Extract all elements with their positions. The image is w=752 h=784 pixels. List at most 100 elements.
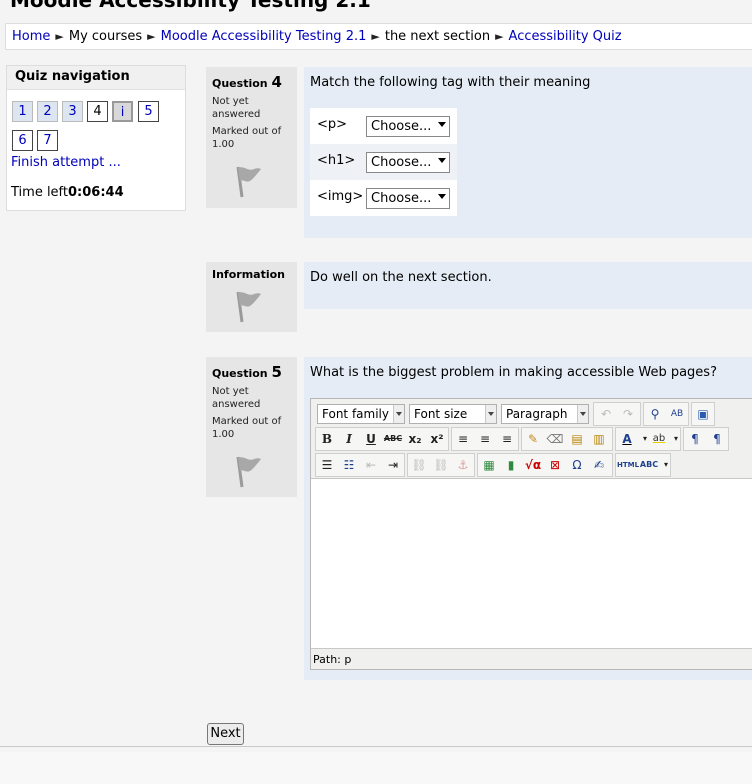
quiz-nav-button-3[interactable]: 3 [62,101,83,122]
bold-icon[interactable]: B [317,429,337,449]
match-stem: <img> [317,189,364,204]
quiz-nav-button-7[interactable]: 7 [37,130,58,151]
color-group: A ▾ ab ▾ [615,427,681,451]
replace-icon[interactable]: AB [667,404,687,424]
question-5-number: Question 5 [212,363,282,381]
dropdown-arrow-icon [577,405,588,423]
direction-group: ¶ ¶ [683,427,729,451]
footer [0,752,752,784]
html-editor: Font family Font size Paragraph ↶ ↷ ⚲ AB… [310,398,752,670]
question-5-grade: Marked out of 1.00 [212,416,282,440]
anchor-icon[interactable]: ⚓ [453,455,473,475]
match-table: <p> Choose... <h1> Choose... <img> Choos… [310,108,457,216]
information-text: Do well on the next section. [310,270,492,285]
editor-toolbar: Font family Font size Paragraph ↶ ↷ ⚲ AB… [311,399,752,479]
image-icon[interactable]: ▦ [479,455,499,475]
undo-icon[interactable]: ↶ [596,404,616,424]
breadcrumb-quiz[interactable]: Accessibility Quiz [509,29,622,44]
italic-icon[interactable]: I [339,429,359,449]
flag-icon[interactable] [232,163,264,199]
question-4-state: Not yet answered [212,96,261,120]
match-select-h1[interactable]: Choose... [366,152,450,173]
font-size-select[interactable]: Font size [409,404,497,424]
match-row: <h1> Choose... [310,144,457,180]
paste-word-icon[interactable]: ▥ [589,429,609,449]
information-info: Information [206,262,297,332]
dropdown-arrow-icon [438,158,446,163]
superscript-icon[interactable]: x² [427,429,447,449]
question-4-info: Question 4 Not yet answered Marked out o… [206,67,297,208]
question-4-text: Match the following tag with their meani… [310,75,591,90]
question-5-info: Question 5 Not yet answered Marked out o… [206,357,297,497]
editor-text-area[interactable] [311,480,752,650]
dropdown-arrow-icon [438,194,446,199]
match-row: <img> Choose... [310,180,457,216]
breadcrumb-separator: ► [147,30,156,43]
dropdown-arrow-icon [485,405,496,423]
fullscreen-icon[interactable]: ▣ [693,404,713,424]
outdent-icon[interactable]: ⇤ [361,455,381,475]
text-color-icon[interactable]: A [617,429,637,449]
strikethrough-icon[interactable]: ABC [383,429,403,449]
quiz-nav-button-1[interactable]: 1 [12,101,33,122]
cleanup-brush-icon[interactable]: ✎ [523,429,543,449]
numbered-list-icon[interactable]: ☷ [339,455,359,475]
time-left-label: Time left [11,185,69,200]
font-family-select[interactable]: Font family [317,404,405,424]
eraser-icon[interactable]: ⌫ [545,429,565,449]
search-group: ⚲ AB [643,402,689,426]
match-stem: <h1> [317,153,356,168]
bullet-list-icon[interactable]: ☰ [317,455,337,475]
subscript-icon[interactable]: x₂ [405,429,425,449]
link-icon[interactable]: ⛓ [409,455,429,475]
indent-icon[interactable]: ⇥ [383,455,403,475]
match-select-p[interactable]: Choose... [366,116,450,137]
align-left-icon[interactable]: ≡ [453,429,473,449]
information-content: Do well on the next section. [304,262,752,309]
finish-attempt-link[interactable]: Finish attempt ... [11,155,121,170]
redo-icon[interactable]: ↷ [618,404,638,424]
dropdown-arrow-icon [438,122,446,127]
time-left-value: 0:06:44 [68,185,124,200]
equation-icon[interactable]: √α [523,455,543,475]
find-icon[interactable]: ⚲ [645,404,665,424]
quiz-navigation-header: Quiz navigation [7,66,185,90]
breadcrumb-separator: ► [371,30,380,43]
chevron-down-icon[interactable]: ▾ [656,455,676,475]
breadcrumb-section: the next section [384,29,491,44]
editor-path: Path: p [313,653,352,666]
breadcrumb-course[interactable]: Moodle Accessibility Testing 2.1 [161,29,367,44]
breadcrumb-home[interactable]: Home [12,29,50,44]
flag-icon[interactable] [232,453,264,489]
paste-text-icon[interactable]: ▤ [567,429,587,449]
information-label: Information [212,268,285,281]
question-5-state: Not yet answered [212,386,261,410]
format-select[interactable]: Paragraph [501,404,589,424]
align-center-icon[interactable]: ≡ [475,429,495,449]
special-char-icon[interactable]: Ω [567,455,587,475]
quiz-nav-button-4[interactable]: 4 [87,101,108,122]
next-button[interactable]: Next [207,723,244,745]
list-group: ☰ ☷ ⇤ ⇥ [315,453,405,477]
html-group: HTML ABC ▾ [615,453,671,477]
quiz-nav-button-5[interactable]: 5 [138,101,159,122]
media-icon[interactable]: ▮ [501,455,521,475]
quiz-nav-button-2[interactable]: 2 [37,101,58,122]
align-right-icon[interactable]: ≡ [497,429,517,449]
quiz-nav-button-info[interactable]: i [112,101,133,122]
unlink-icon[interactable]: ⛓ [431,455,451,475]
match-select-img[interactable]: Choose... [366,188,450,209]
clipboard-group: ✎ ⌫ ▤ ▥ [521,427,613,451]
footer-divider [0,746,752,747]
quiz-nav-button-6[interactable]: 6 [12,130,33,151]
html-source-icon[interactable]: HTML [617,455,639,475]
ltr-icon[interactable]: ¶ [685,429,705,449]
question-4-grade: Marked out of 1.00 [212,126,282,150]
edit-icon[interactable]: ✍ [589,455,609,475]
math-icon[interactable]: ⊠ [545,455,565,475]
breadcrumb: Home ► My courses ► Moodle Accessibility Tes… [5,23,752,50]
question-5-content: What is the biggest problem in making ac… [304,357,752,680]
underline-icon[interactable]: U [361,429,381,449]
rtl-icon[interactable]: ¶ [707,429,727,449]
flag-icon[interactable] [232,288,264,324]
